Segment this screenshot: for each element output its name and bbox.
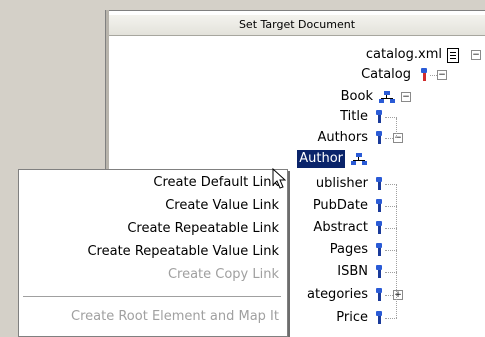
tree-node-catalog[interactable]: Catalog	[109, 66, 411, 84]
tree-node-label-selected: Author	[297, 150, 345, 168]
element-icon	[374, 288, 384, 302]
hierarchy-icon	[379, 90, 395, 104]
menu-item-create-repeatable-link[interactable]: Create Repeatable Link	[127, 218, 279, 240]
hierarchy-icon	[351, 152, 367, 166]
panel-title: Set Target Document	[238, 18, 356, 31]
tree-node-root-file[interactable]: catalog.xml	[109, 46, 442, 64]
element-icon	[374, 265, 384, 279]
tree-node-authors[interactable]: Authors	[109, 129, 368, 147]
tree-node-label: Book	[340, 89, 373, 104]
tree-node-author[interactable]: Author	[109, 150, 345, 168]
tree-connector	[385, 295, 393, 297]
collapse-icon[interactable]: −	[393, 133, 403, 143]
tree-node-label: Abstract	[313, 220, 368, 235]
context-menu: Create Default Link Create Value Link Cr…	[18, 169, 288, 337]
element-icon	[374, 243, 384, 257]
document-icon	[447, 48, 459, 63]
tree-connector	[385, 138, 393, 140]
tree-node-label: Pages	[329, 242, 368, 257]
element-icon	[374, 177, 384, 191]
tree-connector	[385, 318, 397, 320]
tree-node-label: ublisher	[315, 176, 368, 191]
tree-node-label: ISBN	[337, 264, 368, 279]
panel-header: Set Target Document	[109, 14, 485, 36]
tree-node-label: catalog.xml	[365, 47, 442, 62]
element-icon	[374, 110, 384, 124]
tree-node-label: Catalog	[361, 67, 411, 82]
menu-item-create-copy-link[interactable]: Create Copy Link	[168, 264, 279, 286]
element-icon	[374, 131, 384, 145]
tree-node-label: ategories	[307, 287, 368, 302]
element-icon	[374, 311, 384, 325]
menu-separator	[23, 296, 281, 298]
collapse-icon[interactable]: −	[401, 92, 411, 102]
expand-icon[interactable]: +	[393, 290, 403, 300]
tree-connector	[430, 75, 437, 77]
menu-item-create-default-link[interactable]: Create Default Link	[153, 172, 279, 194]
element-icon	[374, 221, 384, 235]
element-icon	[374, 199, 384, 213]
menu-item-create-repeatable-value-link[interactable]: Create Repeatable Value Link	[87, 241, 279, 263]
collapse-icon[interactable]: −	[471, 50, 481, 60]
mouse-cursor-icon	[272, 168, 286, 189]
tree-guide	[396, 118, 398, 138]
tree-node-book[interactable]: Book	[109, 88, 373, 106]
tree-node-label: Authors	[317, 130, 368, 145]
tree-node-label: Price	[336, 310, 368, 325]
tree-node-label: Title	[340, 109, 368, 124]
tree-node-label: PubDate	[312, 198, 368, 213]
element-red-icon	[419, 68, 429, 82]
menu-item-create-value-link[interactable]: Create Value Link	[165, 195, 279, 217]
collapse-icon[interactable]: −	[437, 70, 447, 80]
tree-guide	[396, 184, 398, 318]
menu-item-create-root-element[interactable]: Create Root Element and Map It	[71, 306, 279, 328]
tree-node-title[interactable]: Title	[109, 108, 368, 126]
